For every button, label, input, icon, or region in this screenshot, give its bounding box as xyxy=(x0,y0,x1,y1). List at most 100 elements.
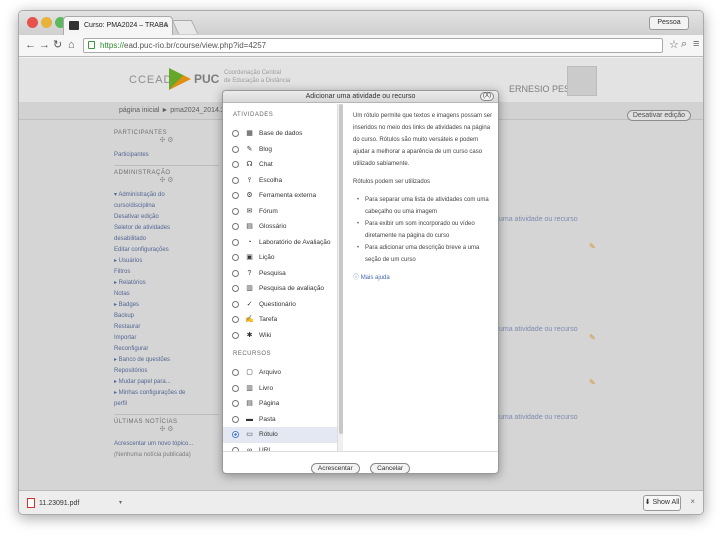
user-profile-button[interactable]: Pessoa xyxy=(649,16,689,30)
show-all-button[interactable]: ⬇ Show All xyxy=(643,495,681,511)
survey-icon: ? xyxy=(247,269,252,277)
dialog-close-button[interactable]: (X) xyxy=(480,92,494,101)
radio-button[interactable] xyxy=(232,207,239,215)
cancel-button[interactable]: Cancelar xyxy=(370,463,411,473)
option-label: Pesquisa de avaliação xyxy=(259,285,325,292)
option-label: Rótulo xyxy=(259,431,278,438)
radio-button[interactable] xyxy=(232,384,239,392)
tab-title: Curso: PMA2024 – TRABA xyxy=(84,22,169,29)
option-tarefa[interactable]: ✍ Tarefa xyxy=(223,312,342,328)
option-label: Chat xyxy=(259,161,273,168)
option-r-tulo[interactable]: ▭ Rótulo xyxy=(223,427,342,443)
option-label: Base de dados xyxy=(259,130,303,137)
option-livro[interactable]: ▥ Livro xyxy=(223,381,342,397)
forward-icon[interactable]: → xyxy=(39,38,50,52)
help-uses-list: Para separar uma lista de atividades com… xyxy=(353,194,493,266)
option-gloss-rio[interactable]: ▤ Glossário xyxy=(223,219,342,235)
option-label: Glossário xyxy=(259,223,287,230)
radio-button[interactable] xyxy=(232,400,239,407)
chevron-down-icon[interactable]: ▾ xyxy=(119,499,122,506)
option-label: Ferramenta externa xyxy=(259,192,317,199)
search-icon[interactable]: ⌕ xyxy=(681,38,687,51)
label-icon: ▭ xyxy=(246,431,253,438)
radio-button[interactable] xyxy=(232,415,239,423)
glossary-icon: ▤ xyxy=(246,223,253,230)
radio-button[interactable] xyxy=(232,331,239,339)
option-li-o[interactable]: ▣ Lição xyxy=(223,250,342,266)
close-window-icon[interactable] xyxy=(27,17,38,28)
star-icon[interactable]: ☆ xyxy=(669,38,679,51)
activity-chooser-dialog: Adicionar uma atividade ou recurso (X) A… xyxy=(222,90,499,474)
back-icon[interactable]: ← xyxy=(25,38,36,52)
home-icon[interactable]: ⌂ xyxy=(68,38,75,52)
radio-button[interactable] xyxy=(232,316,239,323)
option-laborat-rio-de-avalia-o[interactable]: ◔ Laboratório de Avaliação xyxy=(223,235,342,251)
option-label: Escolha xyxy=(259,176,283,184)
resources-list: ▢ Arquivo ▥ Livro ▤ Página ▬ Pasta ▭ Rótulo ∞ URL xyxy=(223,365,342,452)
option-blog[interactable]: ✎ Blog xyxy=(223,142,342,158)
new-tab-button[interactable] xyxy=(171,20,199,34)
favicon-icon xyxy=(69,21,79,30)
options-scrollbar[interactable] xyxy=(337,104,343,452)
option-chat[interactable]: ☊ Chat xyxy=(223,157,342,173)
url-scheme: https:// xyxy=(100,41,125,50)
option-arquivo[interactable]: ▢ Arquivo xyxy=(223,365,342,381)
resources-header: RECURSOS xyxy=(233,351,272,357)
wiki-icon: ✱ xyxy=(246,331,253,339)
radio-button[interactable] xyxy=(232,369,239,376)
url-text: ead.puc-rio.br/course/view.php?id=4257 xyxy=(124,41,267,50)
database-icon: ▦ xyxy=(246,130,253,137)
option-label: Wiki xyxy=(259,331,272,339)
radio-button[interactable] xyxy=(232,130,239,137)
radio-button[interactable] xyxy=(232,269,239,277)
help-uses-title: Rótulos podem ser utilizados xyxy=(353,179,431,185)
file-icon: ▢ xyxy=(246,369,253,376)
radio-button[interactable] xyxy=(232,176,239,184)
reload-icon[interactable]: ↻ xyxy=(53,38,62,52)
add-button[interactable]: Acrescentar xyxy=(310,463,360,473)
option-pesquisa-de-avalia-o[interactable]: ▥ Pesquisa de avaliação xyxy=(223,281,342,297)
option-escolha[interactable]: ⫯ Escolha xyxy=(223,173,342,189)
option-pasta[interactable]: ▬ Pasta xyxy=(223,412,342,428)
radio-button[interactable] xyxy=(232,161,239,168)
blog-icon: ✎ xyxy=(246,145,253,153)
option-f-rum[interactable]: ✉ Fórum xyxy=(223,204,342,220)
quiz-icon: ✓ xyxy=(246,300,253,308)
radio-button[interactable] xyxy=(232,300,239,308)
page-icon: ▤ xyxy=(246,400,253,407)
option-pesquisa[interactable]: ? Pesquisa xyxy=(223,266,342,282)
option-base-de-dados[interactable]: ▦ Base de dados xyxy=(223,126,342,142)
choice-icon: ⫯ xyxy=(247,176,252,184)
address-bar[interactable]: https://ead.puc-rio.br/course/view.php?i… xyxy=(83,38,663,53)
lock-icon xyxy=(88,41,95,49)
help-icon: ⓘ xyxy=(353,275,360,281)
radio-button[interactable] xyxy=(232,192,239,199)
menu-icon[interactable]: ≡ xyxy=(693,38,699,50)
option-ferramenta-externa[interactable]: ⚙ Ferramenta externa xyxy=(223,188,342,204)
lesson-icon: ▣ xyxy=(246,254,253,261)
radio-button[interactable] xyxy=(232,431,239,438)
radio-button[interactable] xyxy=(232,285,239,292)
option-p-gina[interactable]: ▤ Página xyxy=(223,396,342,412)
radio-button[interactable] xyxy=(232,254,239,261)
dialog-title: Adicionar uma atividade ou recurso xyxy=(305,93,416,100)
browser-toolbar: ← → ↻ ⌂ https://ead.puc-rio.br/course/vi… xyxy=(19,35,703,57)
minimize-window-icon[interactable] xyxy=(41,17,52,28)
tab-course[interactable]: Curso: PMA2024 – TRABA × xyxy=(63,16,173,35)
forum-icon: ✉ xyxy=(246,207,253,215)
tab-close-icon[interactable]: × xyxy=(163,17,168,34)
scrollbar-thumb[interactable] xyxy=(339,104,343,434)
activities-list: ▦ Base de dados ✎ Blog ☊ Chat ⫯ Escolha ⚙ Ferrame… xyxy=(223,126,342,343)
option-question-rio[interactable]: ✓ Questionário xyxy=(223,297,342,313)
radio-button[interactable] xyxy=(232,238,239,246)
radio-button[interactable] xyxy=(232,145,239,153)
radio-button[interactable] xyxy=(232,223,239,230)
option-wiki[interactable]: ✱ Wiki xyxy=(223,328,342,344)
external-tool-icon: ⚙ xyxy=(246,192,253,199)
option-label: Tarefa xyxy=(259,316,278,323)
module-help: Um rótulo permite que textos e imagens p… xyxy=(353,104,493,284)
workshop-icon: ◔ xyxy=(247,238,252,246)
more-help-link[interactable]: ⓘ Mais ajuda xyxy=(353,272,493,284)
close-download-bar-icon[interactable]: × xyxy=(690,497,695,506)
download-item[interactable]: 11.23091.pdf xyxy=(25,495,125,512)
